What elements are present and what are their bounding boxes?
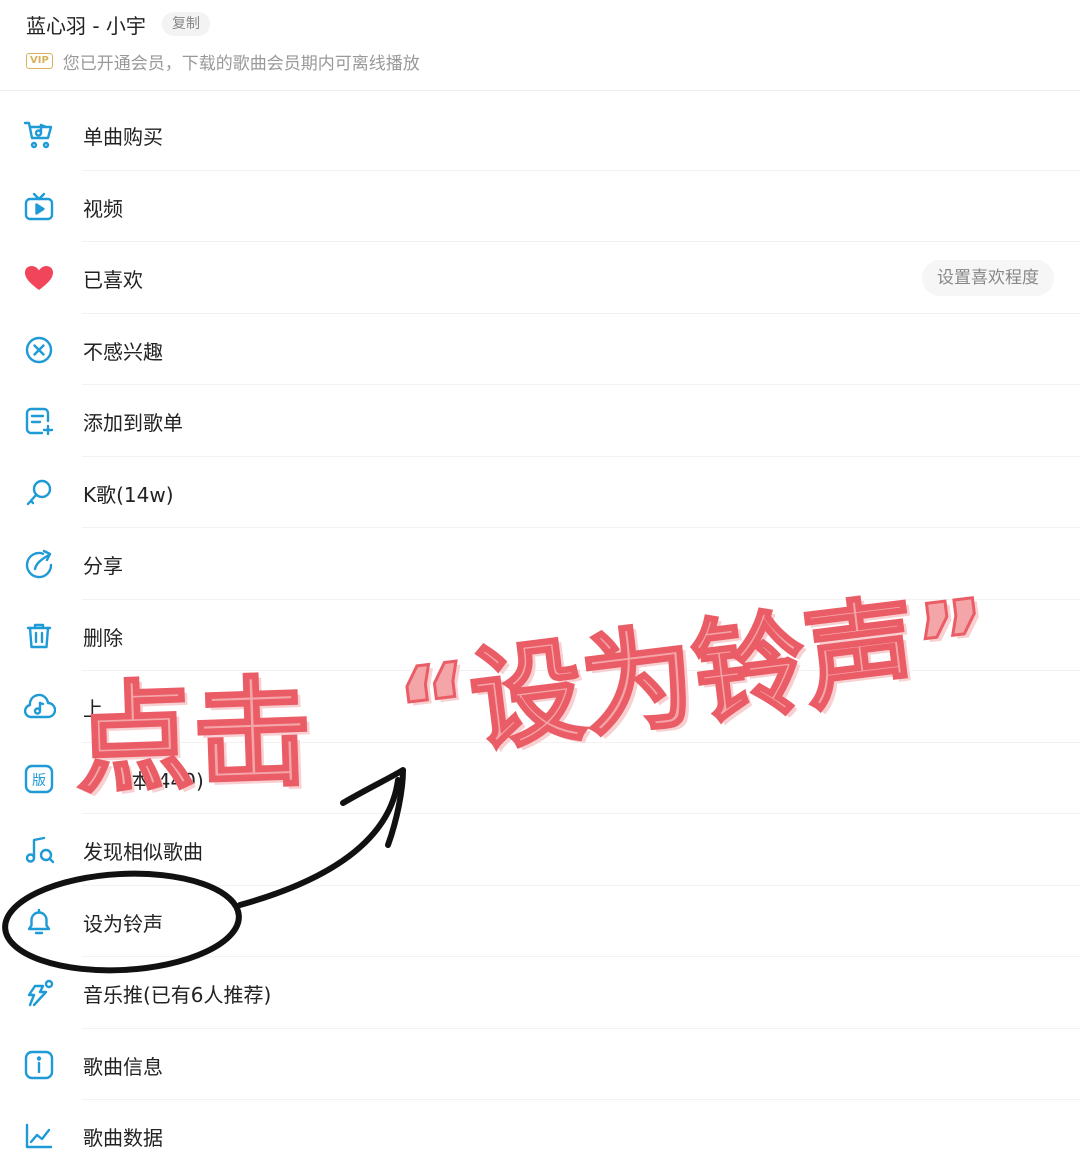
menu-item-label: 设为铃声	[83, 911, 163, 936]
svg-text:版: 版	[32, 773, 46, 789]
bell-icon	[22, 906, 56, 938]
song-header: 蓝心羽 - 小宇 复制 VIP 您已开通会员，下载的歌曲会员期内可离线播放	[0, 0, 1080, 91]
menu-item-label: 歌曲信息	[83, 1054, 163, 1079]
recommend-icon	[22, 977, 56, 1009]
menu-item-label: K歌(14w)	[83, 482, 174, 507]
annotation-text-click: 点击	[72, 661, 316, 810]
version-icon: 版	[22, 763, 56, 795]
tv-play-icon	[22, 191, 56, 223]
menu-item-set-ringtone[interactable]: 设为铃声	[0, 886, 1080, 957]
music-search-icon	[22, 834, 56, 866]
menu-item-label: 歌曲数据	[83, 1126, 163, 1150]
menu-item-video[interactable]: 视频	[0, 171, 1080, 242]
song-title: 蓝心羽 - 小宇	[26, 14, 146, 38]
menu-item-karaoke[interactable]: K歌(14w)	[0, 457, 1080, 528]
menu-item-label: 音乐推(已有6人推荐)	[83, 983, 272, 1007]
copy-button[interactable]: 复制	[162, 12, 210, 36]
cloud-music-icon	[22, 691, 57, 723]
heart-icon	[22, 262, 56, 294]
menu-item-add-to-playlist[interactable]: 添加到歌单	[0, 385, 1080, 457]
info-icon	[22, 1049, 56, 1081]
vip-text: 您已开通会员，下载的歌曲会员期内可离线播放	[62, 53, 420, 74]
menu-item-label: 已喜欢	[83, 268, 143, 292]
menu-item-not-interested[interactable]: 不感兴趣	[0, 314, 1080, 385]
menu-item-song-info[interactable]: 歌曲信息	[0, 1029, 1080, 1100]
trash-icon	[22, 620, 56, 652]
menu-item-label: 发现相似歌曲	[83, 840, 203, 864]
menu-item-song-data[interactable]: 歌曲数据	[0, 1100, 1080, 1172]
menu-item-label: 单曲购买	[83, 125, 163, 149]
menu-item-liked[interactable]: 已喜欢 设置喜欢程度	[0, 242, 1080, 314]
menu-item-music-recommend[interactable]: 音乐推(已有6人推荐)	[0, 957, 1080, 1029]
menu-item-similar-songs[interactable]: 发现相似歌曲	[0, 814, 1080, 886]
cart-music-icon	[22, 119, 56, 151]
menu-item-label: 分享	[83, 554, 123, 578]
menu-item-label: 不感兴趣	[83, 339, 163, 364]
microphone-icon	[22, 477, 56, 509]
vip-notice: VIP 您已开通会员，下载的歌曲会员期内可离线播放	[26, 50, 420, 74]
menu-item-label: 添加到歌单	[83, 411, 183, 435]
menu-item-label: 视频	[83, 196, 123, 221]
circle-x-icon	[22, 334, 56, 366]
menu-item-buy-single[interactable]: 单曲购买	[0, 99, 1080, 171]
playlist-add-icon	[22, 405, 56, 437]
share-icon	[22, 548, 56, 580]
set-like-level-button[interactable]: 设置喜欢程度	[922, 260, 1054, 296]
chart-icon	[22, 1120, 56, 1152]
vip-badge: VIP	[26, 53, 53, 69]
